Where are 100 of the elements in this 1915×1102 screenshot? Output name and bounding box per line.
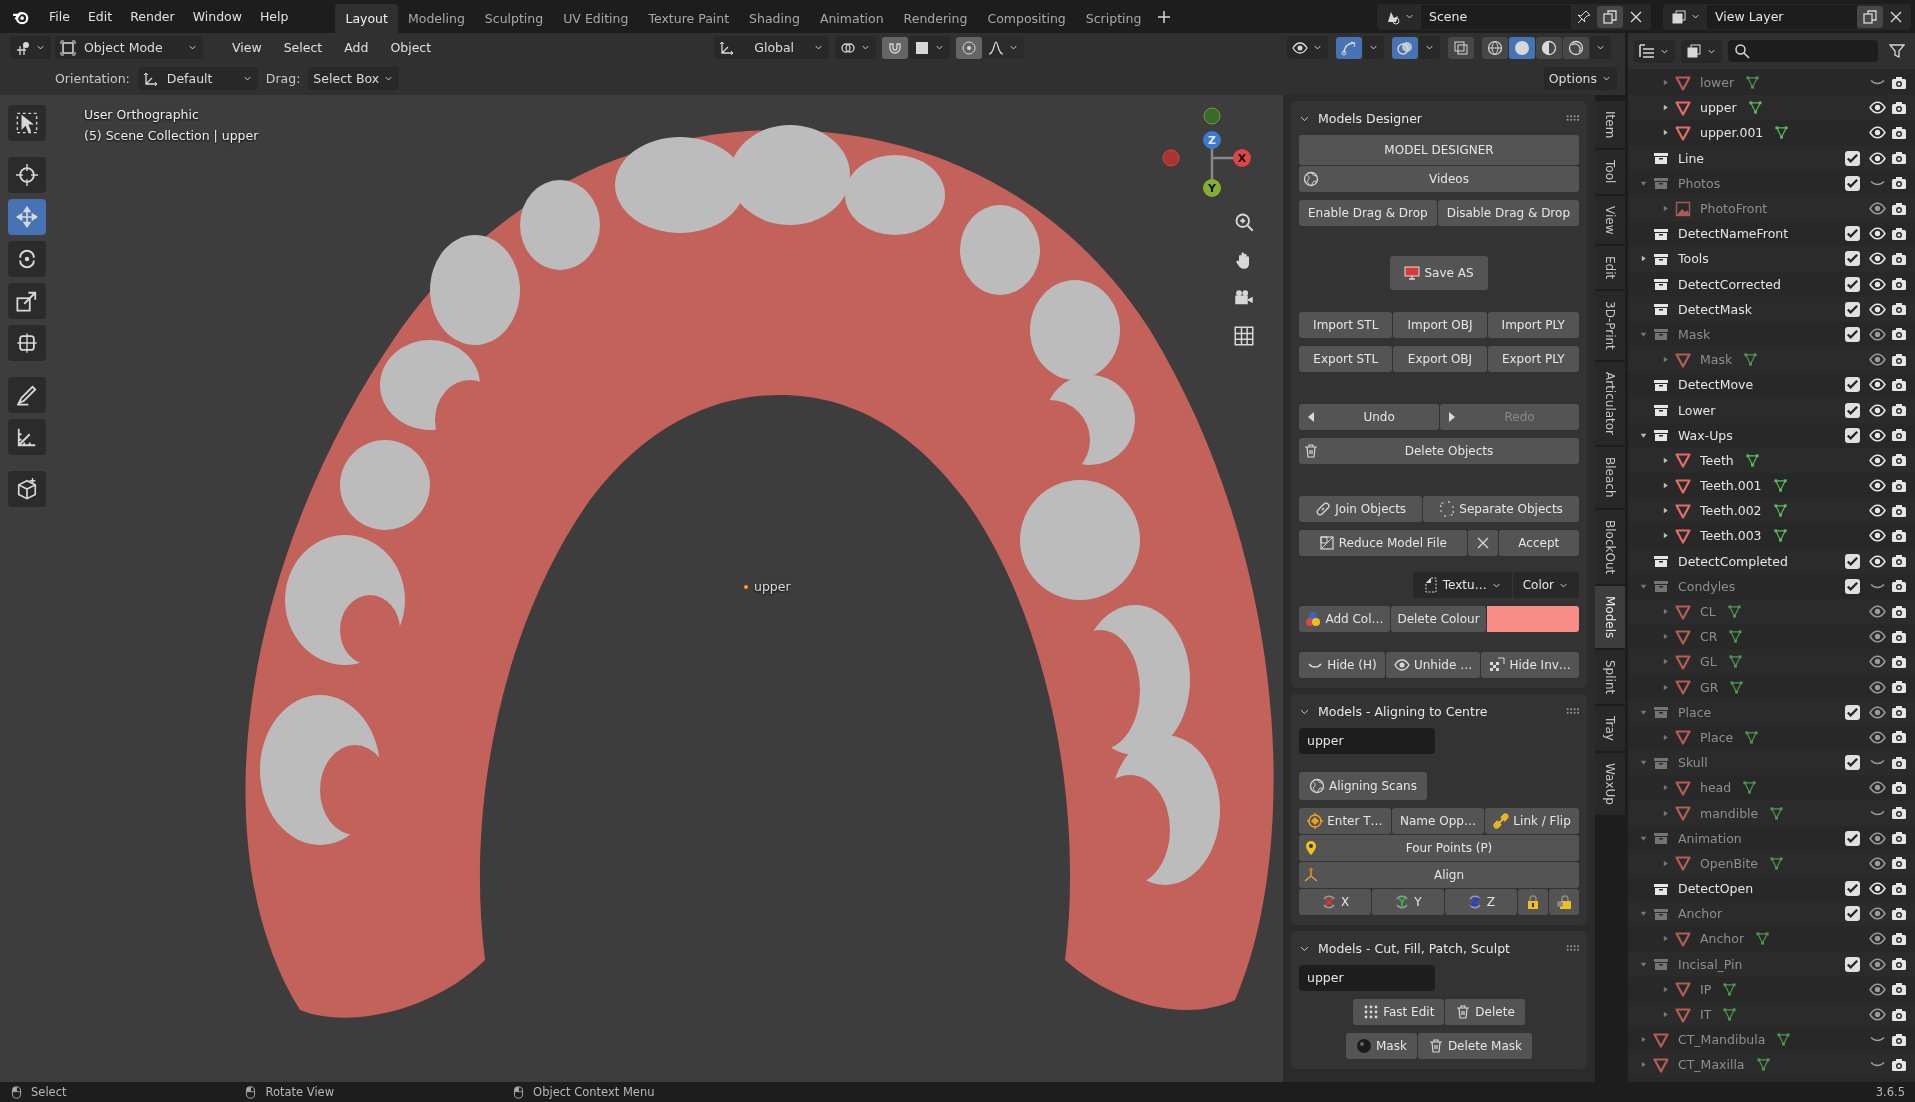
eye-icon[interactable]	[1869, 477, 1886, 495]
checkbox[interactable]	[1845, 226, 1860, 242]
icon-button[interactable]	[1467, 530, 1498, 556]
camera-icon[interactable]	[1891, 981, 1907, 998]
rotate-tool[interactable]	[8, 241, 46, 277]
eye-icon[interactable]	[1869, 552, 1886, 570]
camera-icon[interactable]	[1891, 956, 1907, 973]
camera-icon[interactable]	[1891, 905, 1907, 922]
eye-icon[interactable]	[1869, 653, 1886, 671]
camera-icon[interactable]	[1891, 527, 1907, 544]
sidebar-tab[interactable]: Bleach	[1595, 447, 1625, 508]
checkbox[interactable]	[1845, 906, 1860, 922]
panel-button[interactable]: Accept	[1498, 530, 1579, 556]
panel-button[interactable]: Delete Objects	[1299, 438, 1579, 464]
outliner-row[interactable]: GR	[1628, 674, 1915, 700]
panel-title[interactable]: Models Designer	[1318, 110, 1422, 126]
camera-icon[interactable]	[1891, 150, 1907, 167]
y-axis-handle[interactable]: Y	[1203, 179, 1221, 197]
eye-icon[interactable]	[1869, 628, 1886, 646]
negative-x-handle[interactable]	[1162, 149, 1180, 167]
checkbox[interactable]	[1845, 402, 1860, 418]
camera-icon[interactable]	[1891, 679, 1907, 696]
panel-button[interactable]: Join Objects	[1299, 496, 1423, 522]
eye-icon[interactable]	[1869, 149, 1886, 167]
sidebar-tab[interactable]: Edit	[1595, 246, 1625, 290]
select-tool[interactable]	[8, 105, 46, 141]
sidebar-tab[interactable]: Item	[1595, 101, 1625, 149]
camera-icon[interactable]	[1891, 603, 1907, 620]
x-axis-handle[interactable]: X	[1233, 149, 1251, 167]
gizmo-toggle[interactable]	[1336, 36, 1362, 59]
camera-icon[interactable]	[1891, 477, 1907, 494]
panel-button[interactable]: Reduce Model File	[1299, 530, 1467, 556]
outliner-row[interactable]: DetectNameFront	[1628, 221, 1915, 247]
outliner-row[interactable]: CR	[1628, 624, 1915, 650]
workspace-tab[interactable]: Rendering	[893, 4, 978, 33]
outliner-row[interactable]: DetectMove	[1628, 372, 1915, 398]
panel-button[interactable]: Link / Flip	[1485, 808, 1579, 834]
scene-field[interactable]: Scene	[1421, 4, 1571, 29]
measure-tool[interactable]	[8, 419, 46, 455]
camera-icon[interactable]	[1891, 225, 1907, 242]
panel-button[interactable]: Add Col…	[1299, 606, 1390, 632]
color-swatch[interactable]	[1487, 606, 1579, 632]
camera-icon[interactable]	[1891, 1056, 1907, 1073]
panel-button[interactable]: Y	[1372, 889, 1444, 915]
visibility-dropdown[interactable]	[1287, 36, 1328, 59]
checkbox[interactable]	[1845, 301, 1860, 317]
eye-icon[interactable]	[1869, 955, 1886, 973]
cursor-tool[interactable]	[8, 157, 46, 193]
falloff-dropdown[interactable]	[983, 36, 1025, 59]
menu-item[interactable]: Object	[381, 36, 441, 59]
panel-button[interactable]: Import PLY	[1487, 312, 1579, 338]
panel-button[interactable]: X	[1299, 889, 1372, 915]
menu-item[interactable]: File	[40, 5, 79, 28]
shading-button[interactable]	[1509, 36, 1535, 59]
menu-item[interactable]: Window	[183, 5, 251, 28]
eye-icon[interactable]	[1869, 401, 1886, 419]
eye-icon[interactable]	[1869, 829, 1886, 847]
checkbox[interactable]	[1845, 326, 1860, 342]
eye-icon[interactable]	[1869, 325, 1886, 343]
camera-icon[interactable]	[1891, 99, 1907, 116]
camera-icon[interactable]	[1891, 553, 1907, 570]
panel-button[interactable]: Undo	[1299, 404, 1440, 430]
checkbox[interactable]	[1845, 755, 1860, 771]
sidebar-tab[interactable]: Models	[1595, 586, 1625, 649]
camera-icon[interactable]	[1891, 276, 1907, 293]
sidebar-tab[interactable]: View	[1595, 195, 1625, 245]
dropdown[interactable]: Color	[1512, 572, 1579, 598]
camera-icon[interactable]	[1891, 779, 1907, 796]
scale-tool[interactable]	[8, 283, 46, 319]
text-field[interactable]: upper	[1299, 728, 1435, 754]
drag-dropdown[interactable]: Select Box	[308, 67, 400, 90]
editor-type-dropdown[interactable]	[10, 36, 51, 59]
snap-toggle[interactable]	[882, 36, 909, 59]
camera-icon[interactable]	[1891, 301, 1907, 318]
checkbox[interactable]	[1845, 704, 1860, 720]
text-field[interactable]: upper	[1299, 965, 1435, 991]
z-axis-handle[interactable]: Z	[1203, 131, 1221, 149]
menu-item[interactable]: Help	[250, 5, 298, 28]
camera-icon[interactable]	[1891, 427, 1907, 444]
camera-icon[interactable]	[1891, 578, 1907, 595]
sidebar-tab[interactable]: 3D-Print	[1595, 291, 1625, 361]
eye-icon[interactable]	[1869, 99, 1886, 117]
checkbox[interactable]	[1845, 150, 1860, 166]
sidebar-tab[interactable]: Tool	[1595, 150, 1625, 194]
camera-icon[interactable]	[1891, 502, 1907, 519]
checkbox[interactable]	[1845, 578, 1860, 594]
pivot-dropdown[interactable]	[835, 36, 877, 59]
workspace-tab[interactable]: UV Editing	[553, 4, 639, 33]
camera-icon[interactable]	[1891, 124, 1907, 141]
menu-item[interactable]: View	[223, 36, 271, 59]
panel-button[interactable]: MODEL DESIGNER	[1299, 135, 1579, 165]
xray-toggle[interactable]	[1448, 36, 1474, 59]
outliner-row[interactable]: Place	[1628, 724, 1915, 751]
panel-button[interactable]: Unhide …	[1385, 652, 1481, 678]
checkbox[interactable]	[1845, 427, 1860, 443]
camera-icon[interactable]	[1891, 805, 1907, 822]
panel-button[interactable]: Videos	[1299, 166, 1579, 192]
new-button[interactable]	[1597, 5, 1623, 28]
eye-icon[interactable]	[1869, 678, 1886, 696]
camera-icon[interactable]	[1891, 880, 1907, 897]
